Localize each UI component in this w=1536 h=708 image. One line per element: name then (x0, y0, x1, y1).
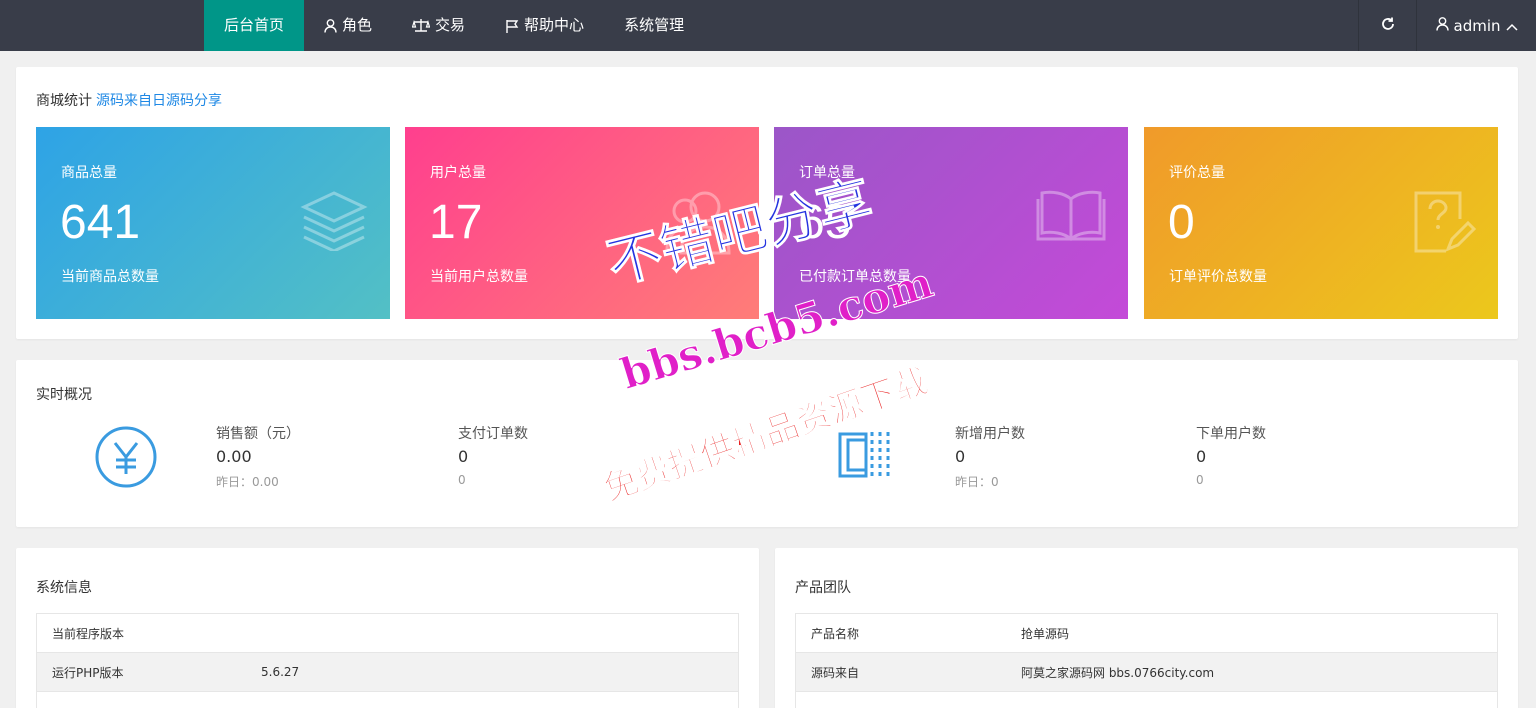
nav-trade[interactable]: 交易 (392, 0, 485, 51)
new-users-label: 新增用户数 (955, 426, 1025, 442)
team-title: 产品团队 (795, 580, 851, 596)
row-key: 源码来自 (811, 665, 860, 680)
system-info-card: 系统信息 当前程序版本 运行PHP版本 5.6.27 (16, 548, 759, 708)
row-key: 运行PHP版本 (52, 665, 124, 680)
table-row: 源码来自 阿莫之家源码网 bbs.0766city.com (796, 653, 1497, 692)
row-value: 抢单源码 (1021, 626, 1070, 641)
tile-value: 65 (798, 196, 852, 249)
nav-help[interactable]: 帮助中心 (485, 0, 604, 51)
nav-system[interactable]: 系统管理 (604, 0, 704, 51)
order-users-yesterday: 0 (1196, 473, 1204, 487)
system-info-table: 当前程序版本 运行PHP版本 5.6.27 (36, 613, 739, 708)
layers-icon (300, 189, 368, 255)
team-card: 产品团队 产品名称 抢单源码 源码来自 阿莫之家源码网 bbs.0766city… (775, 548, 1518, 708)
nav-help-label: 帮助中心 (524, 16, 585, 34)
username: admin (1453, 16, 1501, 35)
nav-trade-label: 交易 (435, 16, 466, 34)
tile-label: 订单总量 (799, 165, 855, 181)
users-tile: 用户总量 17 当前用户总数量 (405, 127, 759, 319)
nav-system-label: 系统管理 (624, 16, 685, 34)
refresh-icon (1381, 17, 1395, 35)
realtime-card: 实时概况 销售额（元） 0.00 昨日：0.00 支付订单数 0 0 新增用户数… (16, 360, 1518, 527)
sales-value: 0.00 (216, 447, 252, 466)
row-value: 5.6.27 (261, 665, 300, 679)
order-users-label: 下单用户数 (1196, 426, 1266, 442)
new-users-yesterday: 昨日：0 (955, 475, 999, 489)
tile-label: 评价总量 (1169, 165, 1225, 181)
stats-card: 商城统计 源码来自日源码分享 商品总量 641 当前商品总数量 用户总量 17 当… (16, 67, 1518, 339)
book-icon (1036, 189, 1106, 247)
reviews-tile: 评价总量 0 订单评价总数量 (1144, 127, 1498, 319)
new-users-value: 0 (955, 447, 966, 466)
tile-desc: 已付款订单总数量 (799, 269, 911, 285)
table-row (37, 692, 738, 708)
stats-title-text: 商城统计 (36, 93, 92, 109)
question-edit-icon (1412, 189, 1477, 259)
row-value: 阿莫之家源码网 bbs.0766city.com (1021, 665, 1215, 680)
source-link[interactable]: 源码来自日源码分享 (96, 93, 222, 109)
paid-orders-yesterday: 0 (458, 473, 466, 487)
top-right-tools: admin (1358, 0, 1536, 51)
scale-icon (412, 18, 431, 33)
system-info-title: 系统信息 (36, 580, 92, 596)
orders-tile: 订单总量 65 已付款订单总数量 (774, 127, 1128, 319)
tile-desc: 当前用户总数量 (430, 269, 528, 285)
yuan-icon (95, 426, 157, 492)
stats-card-title: 商城统计 源码来自日源码分享 (36, 90, 222, 110)
paid-orders-label: 支付订单数 (458, 426, 528, 442)
products-tile: 商品总量 641 当前商品总数量 (36, 127, 390, 319)
paid-orders-value: 0 (458, 447, 469, 466)
door-icon (836, 428, 892, 486)
order-users-value: 0 (1196, 447, 1207, 466)
table-row: 运行PHP版本 5.6.27 (37, 653, 738, 692)
main-nav: 后台首页 角色 交易 帮助中心 系统管理 (204, 0, 704, 51)
team-table: 产品名称 抢单源码 源码来自 阿莫之家源码网 bbs.0766city.com (795, 613, 1498, 708)
user-icon (324, 18, 337, 33)
row-key: 产品名称 (811, 626, 860, 641)
top-navbar: 后台首页 角色 交易 帮助中心 系统管理 admin (0, 0, 1536, 51)
nav-home[interactable]: 后台首页 (204, 0, 305, 51)
table-row: 当前程序版本 (37, 614, 738, 653)
flag-icon (505, 19, 519, 33)
users-icon (665, 189, 737, 259)
realtime-title: 实时概况 (36, 387, 92, 403)
sales-label: 销售额（元） (216, 426, 300, 442)
tile-value: 641 (60, 196, 141, 249)
chevron-up-icon (1505, 17, 1518, 35)
nav-roles[interactable]: 角色 (304, 0, 392, 51)
sales-yesterday: 昨日：0.00 (216, 475, 279, 489)
table-row: 产品名称 抢单源码 (796, 614, 1497, 653)
tile-value: 0 (1168, 196, 1195, 249)
refresh-button[interactable] (1358, 0, 1416, 51)
table-row (796, 692, 1497, 708)
nav-roles-label: 角色 (342, 16, 373, 34)
user-menu[interactable]: admin (1416, 0, 1536, 51)
tile-desc: 当前商品总数量 (61, 269, 159, 285)
row-key: 当前程序版本 (52, 626, 125, 641)
nav-home-label: 后台首页 (224, 16, 285, 34)
user-icon (1435, 16, 1449, 35)
tile-label: 商品总量 (61, 165, 117, 181)
tile-label: 用户总量 (430, 165, 486, 181)
tile-desc: 订单评价总数量 (1169, 269, 1267, 285)
tile-value: 17 (429, 196, 483, 249)
